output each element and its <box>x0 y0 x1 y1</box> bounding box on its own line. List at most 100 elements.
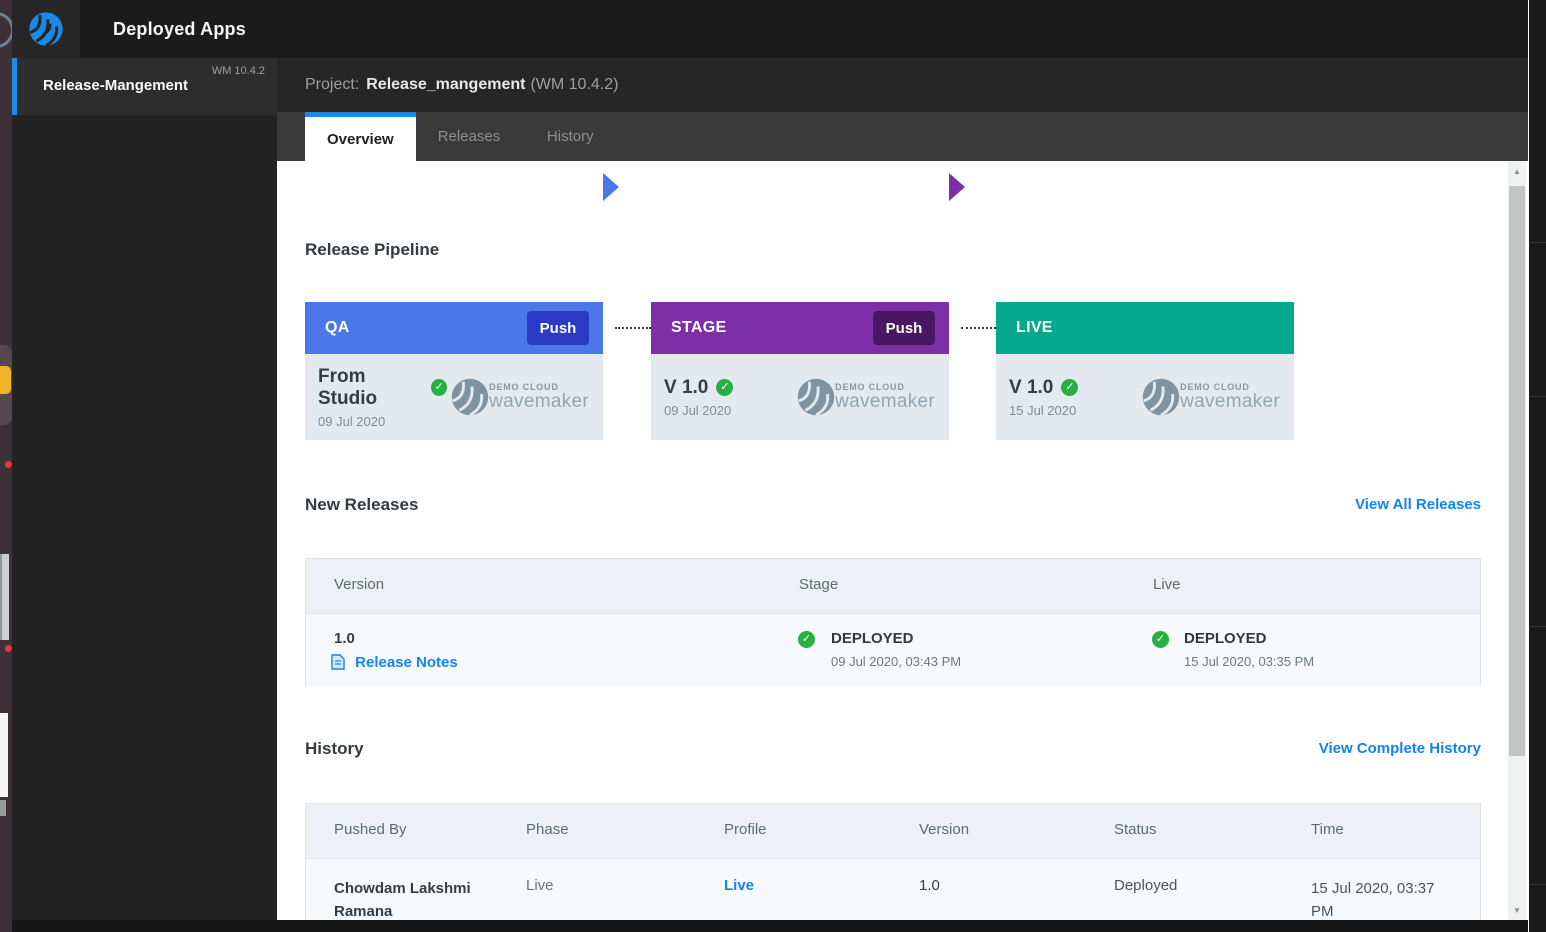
pipeline-card-live-body: V 1.0 ✓ 15 Jul 2020 DEMO CLOUD wavemaker <box>996 354 1294 440</box>
dock-icon-fragment-small[interactable] <box>0 800 6 816</box>
wavemaker-wave-icon <box>1138 374 1184 420</box>
dock-notification-dot <box>5 461 12 468</box>
history-table-header: Pushed By Phase Profile Version Status T… <box>306 804 1480 858</box>
sidebar: Release-Mangement WM 10.4.2 <box>12 58 277 920</box>
pipeline-card-stage-body: V 1.0 ✓ 09 Jul 2020 DEMO CLOUD wavemaker <box>651 354 949 440</box>
col-pushed-by: Pushed By <box>334 821 407 838</box>
stage-date: 09 Jul 2020 <box>664 403 733 418</box>
qa-version: From Studio <box>318 366 423 410</box>
pipeline-card-stage-header: STAGE Push <box>651 302 949 354</box>
demo-cloud-logo: DEMO CLOUD wavemaker <box>1138 374 1280 420</box>
vertical-scrollbar[interactable]: ▲ ▼ <box>1508 161 1526 922</box>
release-pipeline-heading: Release Pipeline <box>305 240 439 260</box>
stage-name: STAGE <box>671 319 726 337</box>
live-time: 15 Jul 2020, 03:35 PM <box>1184 654 1314 669</box>
demo-cloud-logo: DEMO CLOUD wavemaker <box>793 374 935 420</box>
page-title: Deployed Apps <box>113 19 246 40</box>
tab-bar: Overview Releases History <box>277 112 1528 161</box>
qa-date: 09 Jul 2020 <box>318 414 447 429</box>
os-dock-strip <box>0 0 12 932</box>
view-all-releases-link[interactable]: View All Releases <box>1355 496 1481 513</box>
new-releases-heading: New Releases <box>305 495 418 515</box>
release-notes-cell: Release Notes <box>331 654 458 671</box>
pipeline-card-qa: QA Push From Studio ✓ 09 Jul 2020 DE <box>305 302 603 440</box>
tab-releases[interactable]: Releases <box>416 112 523 161</box>
window-bottom-bar <box>12 920 1528 932</box>
wavemaker-wave-icon <box>793 374 839 420</box>
sidebar-project-version: WM 10.4.2 <box>212 65 265 77</box>
history-phase: Live <box>526 877 554 894</box>
history-heading: History <box>305 739 364 759</box>
new-releases-table: Version Stage Live 1.0 Release Notes ✓ D… <box>305 558 1481 686</box>
live-date: 15 Jul 2020 <box>1009 403 1078 418</box>
live-deployed-check-icon: ✓ <box>1152 631 1169 648</box>
history-row: Chowdam Lakshmi Ramana Live Live 1.0 Dep… <box>306 858 1480 922</box>
stage-version: V 1.0 <box>664 377 708 399</box>
col-phase: Phase <box>526 821 569 838</box>
pipeline-card-qa-body: From Studio ✓ 09 Jul 2020 DEMO CLOUD wav… <box>305 354 603 440</box>
project-label: Project: <box>305 76 359 94</box>
wavemaker-label: wavemaker <box>835 391 935 413</box>
dock-icon-fragment-ring[interactable] <box>0 12 12 48</box>
history-time: 15 Jul 2020, 03:37 PM <box>1311 877 1461 922</box>
dock-icon-fragment-yellow[interactable] <box>0 366 11 394</box>
qa-arrow-icon <box>603 173 619 201</box>
history-version: 1.0 <box>919 877 940 894</box>
scroll-up-arrow-icon[interactable]: ▲ <box>1508 164 1526 180</box>
stage-time: 09 Jul 2020, 03:43 PM <box>831 654 961 669</box>
background-window-strip <box>1529 0 1546 932</box>
project-name: Release_mangement <box>366 76 525 94</box>
history-status: Deployed <box>1114 877 1177 894</box>
wavemaker-label: wavemaker <box>1180 391 1280 413</box>
demo-cloud-logo: DEMO CLOUD wavemaker <box>447 374 589 420</box>
live-status: DEPLOYED <box>1184 630 1267 647</box>
wavemaker-logo-button[interactable] <box>12 0 80 58</box>
wavemaker-logo-icon <box>25 8 67 50</box>
pipeline-card-qa-header: QA Push <box>305 302 603 354</box>
tab-history[interactable]: History <box>522 112 618 161</box>
col-status: Status <box>1114 821 1157 838</box>
history-profile-link[interactable]: Live <box>724 877 754 894</box>
pipeline-connector-2 <box>961 327 996 329</box>
dock-notification-dot-2 <box>5 645 12 652</box>
col-time: Time <box>1311 821 1344 838</box>
col-profile: Profile <box>724 821 767 838</box>
project-header: Project: Release_mangement (WM 10.4.2) <box>277 58 1528 112</box>
view-complete-history-link[interactable]: View Complete History <box>1319 740 1481 757</box>
release-notes-link[interactable]: Release Notes <box>355 654 458 671</box>
stage-name: QA <box>325 319 350 337</box>
col-live: Live <box>1153 576 1181 593</box>
main-content: Release Pipeline QA Push From Studio ✓ 0… <box>277 161 1508 922</box>
tab-overview[interactable]: Overview <box>305 112 416 161</box>
release-version: 1.0 <box>334 630 355 647</box>
stage-arrow-icon <box>949 173 965 201</box>
scroll-down-arrow-icon[interactable]: ▼ <box>1508 903 1526 919</box>
new-releases-table-header: Version Stage Live <box>306 559 1480 613</box>
pipeline-card-live-header: LIVE <box>996 302 1294 354</box>
wavemaker-wave-icon <box>447 374 493 420</box>
stage-name: LIVE <box>1016 319 1053 337</box>
new-releases-row: 1.0 Release Notes ✓ DEPLOYED 09 Jul 2020… <box>306 613 1480 686</box>
dock-icon-fragment-white[interactable] <box>0 713 8 797</box>
top-bar: Deployed Apps <box>12 0 1528 58</box>
document-icon <box>331 654 345 670</box>
wavemaker-label: wavemaker <box>489 391 589 413</box>
success-check-icon: ✓ <box>431 379 447 396</box>
live-version: V 1.0 <box>1009 377 1053 399</box>
success-check-icon: ✓ <box>1061 379 1078 396</box>
pipeline-card-live: LIVE V 1.0 ✓ 15 Jul 2020 DEMO CLOUD <box>996 302 1294 440</box>
history-pushed-by: Chowdam Lakshmi Ramana <box>334 877 504 922</box>
col-stage: Stage <box>799 576 838 593</box>
success-check-icon: ✓ <box>716 379 733 396</box>
scrollbar-thumb[interactable] <box>1509 186 1525 756</box>
pipeline-connector-1 <box>615 327 651 329</box>
push-button-qa[interactable]: Push <box>527 311 589 345</box>
history-table: Pushed By Phase Profile Version Status T… <box>305 803 1481 922</box>
dock-icon-fragment-gray[interactable] <box>0 554 9 640</box>
col-version: Version <box>919 821 969 838</box>
sidebar-project-name: Release-Mangement <box>43 77 188 94</box>
stage-status: DEPLOYED <box>831 630 914 647</box>
col-version: Version <box>334 576 384 593</box>
sidebar-item-project[interactable]: Release-Mangement WM 10.4.2 <box>12 58 277 115</box>
push-button-stage[interactable]: Push <box>873 311 935 345</box>
